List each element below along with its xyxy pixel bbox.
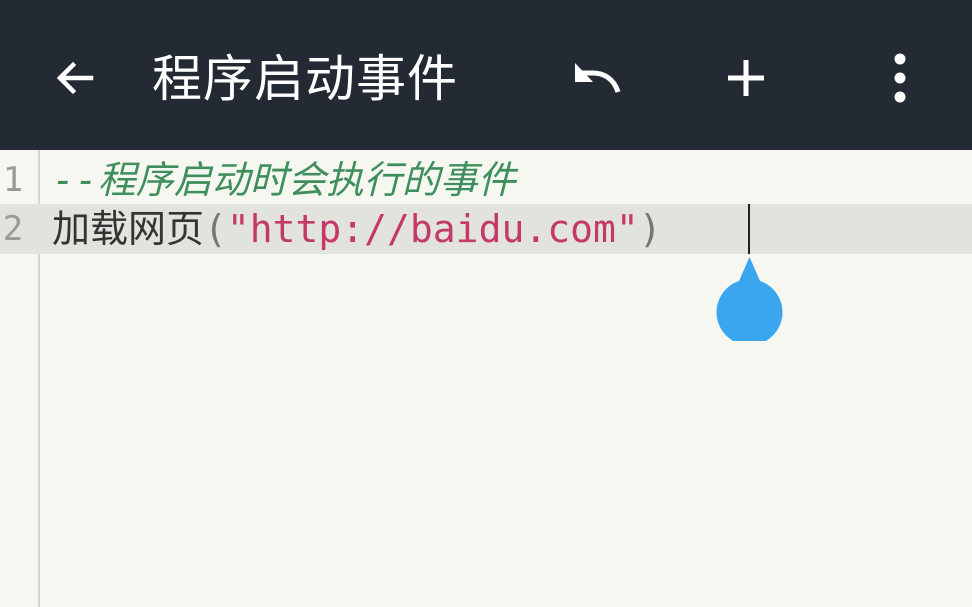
more-vertical-icon (894, 53, 906, 103)
plus-icon (728, 60, 764, 96)
undo-button[interactable] (558, 40, 634, 116)
line-content[interactable]: 加载网页("http://baidu.com") (52, 204, 662, 254)
code-line[interactable]: 1 --程序启动时会执行的事件 (0, 155, 972, 205)
undo-icon (575, 63, 621, 93)
code-editor[interactable]: 1 --程序启动时会执行的事件 2 加载网页("http://baidu.com… (0, 150, 972, 607)
arrow-left-icon (56, 61, 94, 95)
toolbar: 程序启动事件 (0, 0, 972, 150)
back-button[interactable] (37, 40, 113, 116)
line-content[interactable]: --程序启动时会执行的事件 (52, 155, 516, 205)
add-button[interactable] (708, 40, 784, 116)
open-paren: ( (204, 207, 227, 251)
app-window: 程序启动事件 1 --程序启动时会执行的事件 2 加载网页("http://ba… (0, 0, 972, 607)
text-cursor-handle-icon (716, 257, 783, 346)
string-literal: "http://baidu.com" (226, 207, 639, 251)
current-code-line[interactable]: 2 加载网页("http://baidu.com") (0, 204, 972, 254)
text-cursor-handle[interactable] (716, 255, 783, 346)
more-options-button[interactable] (862, 40, 938, 116)
line-number: 2 (2, 209, 24, 249)
function-name: 加载网页 (52, 207, 205, 251)
close-paren: ) (638, 207, 662, 251)
code-comment: --程序启动时会执行的事件 (52, 158, 516, 202)
text-caret (748, 204, 750, 254)
line-number: 1 (2, 160, 24, 200)
page-title: 程序启动事件 (152, 50, 458, 108)
